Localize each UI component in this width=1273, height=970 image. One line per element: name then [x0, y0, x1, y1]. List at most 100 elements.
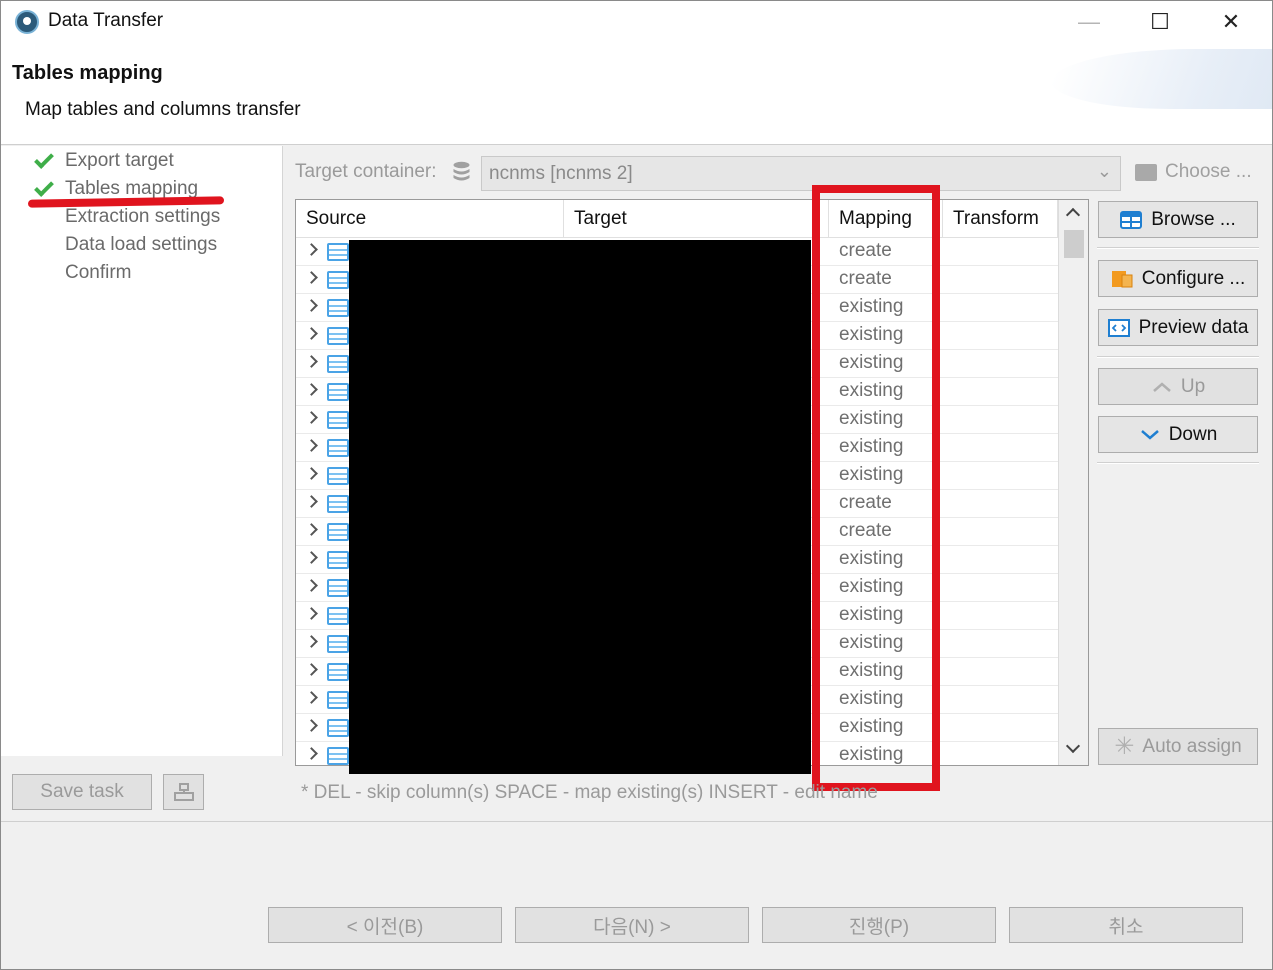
nav-item-confirm[interactable]: Confirm: [65, 262, 132, 284]
separator: [1097, 462, 1259, 464]
table-icon: [327, 691, 349, 709]
separator: [1097, 247, 1259, 249]
table-icon: [327, 383, 349, 401]
proceed-button[interactable]: 진행(P): [762, 907, 996, 943]
annotation-highlight-box: [812, 185, 940, 791]
back-button[interactable]: < 이전(B): [268, 907, 502, 943]
nav-item-data-load-settings[interactable]: Data load settings: [65, 234, 217, 256]
page-title: Tables mapping: [12, 62, 163, 84]
scroll-down-icon[interactable]: [1065, 738, 1081, 754]
wizard-footer: [1, 821, 1272, 969]
proceed-label: 진행(P): [848, 916, 910, 938]
title-bar: Data Transfer — ☐ ✕: [1, 1, 1272, 43]
chevron-right-icon[interactable]: [305, 243, 318, 256]
configure-label: Configure ...: [1141, 267, 1246, 289]
maximize-button[interactable]: ☐: [1130, 1, 1190, 43]
nav-item-export-target[interactable]: Export target: [65, 150, 174, 172]
tasks-icon: [173, 783, 194, 801]
chevron-down-icon: [1140, 429, 1159, 440]
chevron-right-icon[interactable]: [305, 579, 318, 592]
chevron-down-icon: ⌄: [1096, 161, 1112, 181]
preview-data-button[interactable]: Preview data: [1098, 309, 1258, 346]
window-title: Data Transfer: [48, 10, 164, 31]
close-button[interactable]: ✕: [1201, 1, 1261, 43]
table-icon: [327, 243, 349, 261]
chevron-right-icon[interactable]: [305, 523, 318, 536]
table-icon: [327, 523, 349, 541]
scroll-up-icon[interactable]: [1065, 207, 1081, 223]
chevron-right-icon[interactable]: [305, 495, 318, 508]
chevron-right-icon[interactable]: [305, 551, 318, 564]
auto-assign-icon: ✳: [1114, 733, 1135, 760]
save-task-button[interactable]: Save task: [12, 774, 152, 810]
preview-label: Preview data: [1138, 316, 1249, 338]
table-icon: [327, 579, 349, 597]
vertical-scrollbar[interactable]: [1058, 200, 1088, 765]
configure-button[interactable]: Configure ...: [1098, 260, 1258, 297]
up-label: Up: [1180, 375, 1206, 397]
redacted-region: [349, 240, 811, 774]
table-icon: [327, 607, 349, 625]
keyboard-hint: * DEL - skip column(s) SPACE - map exist…: [301, 782, 878, 803]
chevron-right-icon[interactable]: [305, 299, 318, 312]
folder-icon: [1135, 164, 1157, 181]
chevron-right-icon[interactable]: [305, 747, 318, 760]
cancel-label: 취소: [1108, 916, 1144, 938]
next-label: 다음(N) >: [593, 916, 671, 938]
table-icon: [327, 411, 349, 429]
chevron-right-icon[interactable]: [305, 635, 318, 648]
browse-button[interactable]: Browse ...: [1098, 201, 1258, 238]
configure-icon: [1111, 270, 1133, 287]
auto-assign-label: Auto assign: [1142, 735, 1242, 757]
chevron-right-icon[interactable]: [305, 719, 318, 732]
table-icon: [327, 299, 349, 317]
chevron-right-icon[interactable]: [305, 467, 318, 480]
table-icon: [327, 439, 349, 457]
chevron-right-icon[interactable]: [305, 663, 318, 676]
move-up-button[interactable]: Up: [1098, 368, 1258, 405]
chevron-right-icon[interactable]: [305, 607, 318, 620]
column-header-source[interactable]: Source: [296, 200, 564, 238]
table-icon: [327, 327, 349, 345]
chevron-right-icon[interactable]: [305, 355, 318, 368]
browse-table-icon: [1120, 210, 1143, 229]
separator: [1097, 356, 1259, 358]
scrollbar-thumb[interactable]: [1064, 230, 1084, 258]
column-header-transform[interactable]: Transform: [943, 200, 1058, 238]
target-container-select[interactable]: ncnms [ncnms 2] ⌄: [481, 156, 1121, 191]
auto-assign-button[interactable]: ✳ Auto assign: [1098, 728, 1258, 765]
table-icon: [327, 271, 349, 289]
move-down-button[interactable]: Down: [1098, 416, 1258, 453]
chevron-right-icon[interactable]: [305, 691, 318, 704]
table-icon: [327, 355, 349, 373]
column-header-target[interactable]: Target: [564, 200, 829, 238]
table-icon: [327, 495, 349, 513]
target-container-label: Target container:: [295, 161, 437, 182]
table-icon: [327, 747, 349, 765]
chevron-right-icon[interactable]: [305, 327, 318, 340]
down-label: Down: [1168, 423, 1218, 445]
cancel-button[interactable]: 취소: [1009, 907, 1243, 943]
minimize-button[interactable]: —: [1059, 1, 1119, 43]
task-settings-button[interactable]: [163, 774, 204, 810]
nav-item-extraction-settings[interactable]: Extraction settings: [65, 206, 220, 228]
chevron-right-icon[interactable]: [305, 411, 318, 424]
chevron-right-icon[interactable]: [305, 439, 318, 452]
chevron-up-icon: [1153, 381, 1171, 392]
browse-label: Browse ...: [1151, 208, 1236, 230]
table-icon: [327, 551, 349, 569]
table-icon: [327, 719, 349, 737]
app-icon: [15, 10, 39, 34]
chevron-right-icon[interactable]: [305, 383, 318, 396]
database-icon: [453, 161, 470, 181]
next-button[interactable]: 다음(N) >: [515, 907, 749, 943]
table-icon: [327, 467, 349, 485]
choose-button[interactable]: Choose ...: [1165, 161, 1252, 183]
table-icon: [327, 663, 349, 681]
wizard-header: Tables mapping Map tables and columns tr…: [1, 43, 1272, 145]
chevron-right-icon[interactable]: [305, 271, 318, 284]
header-decoration: [1041, 49, 1272, 109]
back-label: < 이전(B): [346, 916, 424, 938]
target-container-value: ncnms [ncnms 2]: [489, 163, 633, 184]
preview-icon: [1107, 318, 1130, 337]
